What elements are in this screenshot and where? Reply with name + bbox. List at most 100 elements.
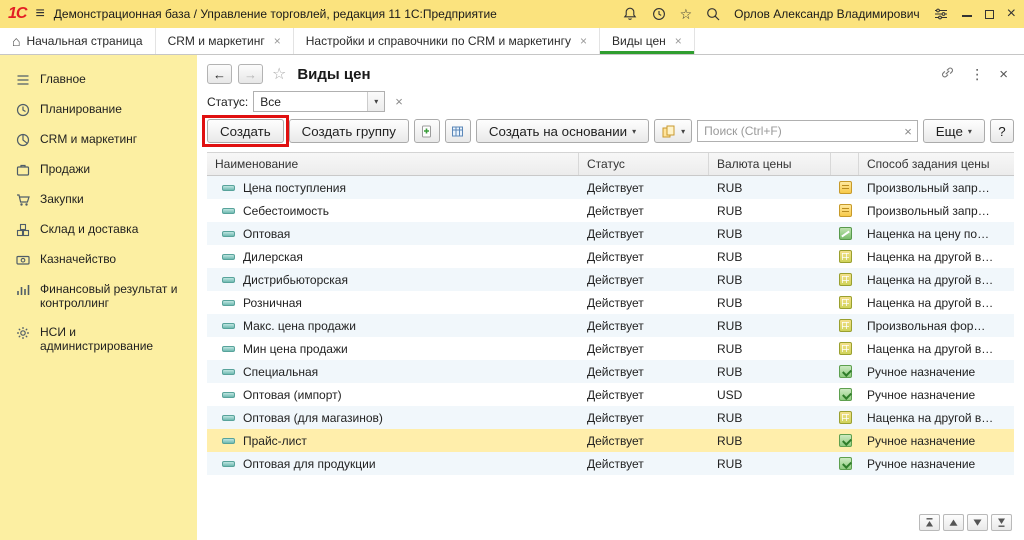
sidebar-item-planning[interactable]: Планирование xyxy=(0,95,197,125)
price-method-icon xyxy=(839,319,852,332)
create-based-on-button[interactable]: Создать на основании ▾ xyxy=(476,119,649,143)
table-row[interactable]: Оптовая (импорт) Действует USD Ручное на… xyxy=(207,383,1014,406)
cell-method: Ручное назначение xyxy=(859,383,1014,406)
close-window-icon[interactable]: × xyxy=(1007,6,1016,22)
price-method-icon xyxy=(839,411,852,424)
clear-filter-icon[interactable]: × xyxy=(390,94,408,109)
close-form-icon[interactable]: × xyxy=(999,66,1008,83)
cell-method: Произвольный запр… xyxy=(859,176,1014,199)
price-type-item-icon xyxy=(222,438,235,444)
window-title: Демонстрационная база / Управление торго… xyxy=(54,7,497,21)
tab-close-icon[interactable]: × xyxy=(274,34,281,48)
forward-button[interactable]: → xyxy=(238,64,263,84)
favorites-icon[interactable]: ☆ xyxy=(680,7,693,21)
search-input[interactable] xyxy=(698,124,899,138)
status-filter-select[interactable]: Все ▾ xyxy=(253,91,385,112)
create-button[interactable]: Создать xyxy=(207,119,284,143)
document-plus-button[interactable] xyxy=(414,119,440,143)
tab-crm-settings[interactable]: Настройки и справочники по CRM и маркети… xyxy=(294,28,600,54)
sidebar-item-main[interactable]: Главное xyxy=(0,65,197,95)
cell-currency: RUB xyxy=(709,222,831,245)
table-row[interactable]: Мин цена продажи Действует RUB Наценка н… xyxy=(207,337,1014,360)
tab-close-icon[interactable]: × xyxy=(675,34,682,48)
price-type-item-icon xyxy=(222,415,235,421)
table-row[interactable]: Дилерская Действует RUB Наценка на друго… xyxy=(207,245,1014,268)
clear-search-icon[interactable]: × xyxy=(899,124,917,139)
chevron-down-icon[interactable]: ▾ xyxy=(367,92,384,111)
go-last-button[interactable] xyxy=(991,514,1012,531)
back-button[interactable]: ← xyxy=(207,64,232,84)
cell-status: Действует xyxy=(579,268,709,291)
get-link-icon[interactable] xyxy=(940,65,955,83)
sidebar-item-crm[interactable]: CRM и маркетинг xyxy=(0,125,197,155)
table-row[interactable]: Себестоимость Действует RUB Произвольный… xyxy=(207,199,1014,222)
search-icon[interactable] xyxy=(705,6,721,22)
table-row[interactable]: Оптовая (для магазинов) Действует RUB На… xyxy=(207,406,1014,429)
cell-method: Наценка на другой в… xyxy=(859,406,1014,429)
price-method-icon xyxy=(839,365,852,378)
table-row[interactable]: Прайс-лист Действует RUB Ручное назначен… xyxy=(207,429,1014,452)
cell-method: Произвольный запр… xyxy=(859,199,1014,222)
price-type-item-icon xyxy=(222,369,235,375)
tab-crm-marketing[interactable]: CRM и маркетинг × xyxy=(156,28,294,54)
help-button[interactable]: ? xyxy=(990,119,1014,143)
tab-home[interactable]: ⌂ Начальная страница xyxy=(0,28,156,54)
favorite-star-icon[interactable]: ☆ xyxy=(272,64,286,84)
tab-label: Начальная страница xyxy=(26,34,142,48)
cell-method: Наценка на цену по… xyxy=(859,222,1014,245)
cell-method: Ручное назначение xyxy=(859,452,1014,475)
create-group-button[interactable]: Создать группу xyxy=(289,119,409,143)
sidebar-label: Продажи xyxy=(40,162,90,176)
column-header-method[interactable]: Способ задания цены xyxy=(859,153,1014,175)
go-first-button[interactable] xyxy=(919,514,940,531)
cell-currency: RUB xyxy=(709,314,831,337)
sidebar-item-sales[interactable]: Продажи xyxy=(0,155,197,185)
documents-menu-button[interactable]: ▾ xyxy=(654,119,692,143)
go-down-button[interactable] xyxy=(967,514,988,531)
column-header-method-icon[interactable] xyxy=(831,153,859,175)
more-button[interactable]: Еще ▾ xyxy=(923,119,985,143)
table-header: Наименование Статус Валюта цены Способ з… xyxy=(207,152,1014,176)
table-row[interactable]: Дистрибьюторская Действует RUB Наценка н… xyxy=(207,268,1014,291)
main-menu-icon[interactable]: ≡ xyxy=(35,6,44,22)
tab-label: Виды цен xyxy=(612,34,666,48)
service-settings-icon[interactable] xyxy=(933,6,949,22)
minimize-window-icon[interactable] xyxy=(962,9,972,19)
more-menu-icon[interactable]: ⋮ xyxy=(970,66,984,83)
sidebar-item-purchases[interactable]: Закупки xyxy=(0,185,197,215)
cell-currency: RUB xyxy=(709,360,831,383)
sidebar-label: НСИ и администрирование xyxy=(40,325,189,354)
go-up-button[interactable] xyxy=(943,514,964,531)
sidebar-item-treasury[interactable]: Казначейство xyxy=(0,245,197,275)
history-icon[interactable] xyxy=(651,6,667,22)
table-row[interactable]: Цена поступления Действует RUB Произволь… xyxy=(207,176,1014,199)
sidebar-item-warehouse[interactable]: Склад и доставка xyxy=(0,215,197,245)
table-row[interactable]: Оптовая для продукции Действует RUB Ручн… xyxy=(207,452,1014,475)
sales-icon xyxy=(15,162,31,178)
maximize-window-icon[interactable] xyxy=(985,10,994,19)
column-header-name[interactable]: Наименование xyxy=(207,153,579,175)
cell-method: Ручное назначение xyxy=(859,429,1014,452)
price-method-icon xyxy=(839,273,852,286)
cell-currency: RUB xyxy=(709,245,831,268)
user-name[interactable]: Орлов Александр Владимирович xyxy=(734,7,920,21)
cell-method: Ручное назначение xyxy=(859,360,1014,383)
cell-name: Цена поступления xyxy=(243,181,346,195)
cell-method: Произвольная фор… xyxy=(859,314,1014,337)
table-row[interactable]: Розничная Действует RUB Наценка на друго… xyxy=(207,291,1014,314)
table-view-button[interactable] xyxy=(445,119,471,143)
sidebar-item-administration[interactable]: НСИ и администрирование xyxy=(0,318,197,361)
column-header-currency[interactable]: Валюта цены xyxy=(709,153,831,175)
table-row[interactable]: Специальная Действует RUB Ручное назначе… xyxy=(207,360,1014,383)
price-method-icon xyxy=(839,250,852,263)
document-plus-icon xyxy=(419,124,434,139)
column-header-status[interactable]: Статус xyxy=(579,153,709,175)
table-row[interactable]: Оптовая Действует RUB Наценка на цену по… xyxy=(207,222,1014,245)
table-row[interactable]: Макс. цена продажи Действует RUB Произво… xyxy=(207,314,1014,337)
sidebar-item-financial-result[interactable]: Финансовый результат и контроллинг xyxy=(0,275,197,318)
tab-price-types[interactable]: Виды цен × xyxy=(600,28,695,54)
notifications-icon[interactable] xyxy=(622,6,638,22)
cell-method: Наценка на другой в… xyxy=(859,291,1014,314)
tab-close-icon[interactable]: × xyxy=(580,34,587,48)
purchases-icon xyxy=(15,192,31,208)
